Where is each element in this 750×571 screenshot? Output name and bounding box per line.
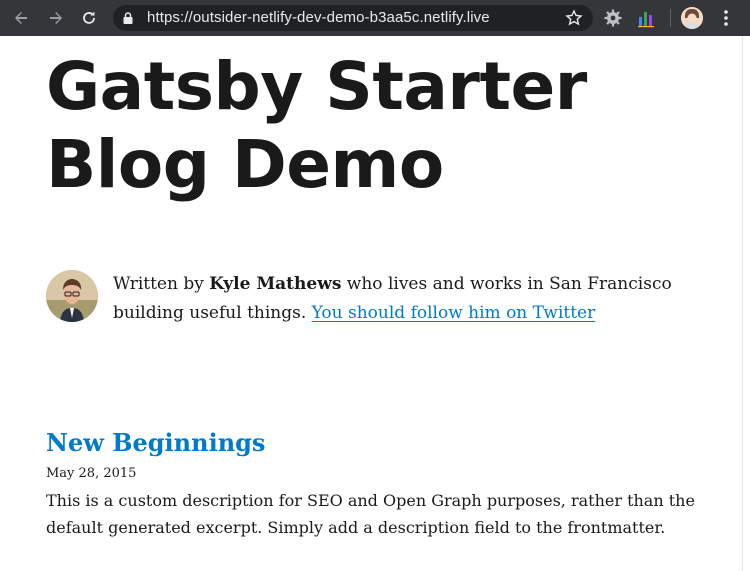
site-title-line-1: Gatsby Starter bbox=[46, 48, 587, 125]
author-name: Kyle Mathews bbox=[209, 274, 342, 294]
author-avatar bbox=[46, 270, 98, 322]
url-text: https://outsider-netlify-dev-demo-b3aa5c… bbox=[147, 9, 490, 26]
reload-icon[interactable] bbox=[78, 7, 100, 29]
post-description: This is a custom description for SEO and… bbox=[46, 491, 695, 537]
twitter-link[interactable]: You should follow him on Twitter bbox=[312, 303, 596, 323]
gear-extension-icon[interactable] bbox=[603, 8, 623, 28]
browser-toolbar: https://outsider-netlify-dev-demo-b3aa5c… bbox=[0, 0, 750, 36]
profile-avatar[interactable] bbox=[681, 7, 703, 29]
forward-icon[interactable] bbox=[45, 7, 67, 29]
site-title-line-2: Blog Demo bbox=[46, 126, 444, 203]
lock-icon bbox=[123, 12, 133, 24]
scrollbar[interactable] bbox=[742, 36, 750, 571]
menu-icon[interactable] bbox=[716, 8, 736, 28]
post-date: May 28, 2015 bbox=[46, 466, 137, 481]
site-title[interactable]: Gatsby Starter Blog Demo bbox=[46, 48, 666, 204]
post-title-link[interactable]: New Beginnings bbox=[46, 426, 726, 460]
chart-extension-icon[interactable] bbox=[636, 8, 656, 28]
bio-text: Written by Kyle Mathews who lives and wo… bbox=[113, 270, 733, 328]
address-bar[interactable]: https://outsider-netlify-dev-demo-b3aa5c… bbox=[113, 5, 593, 31]
post-item: New Beginnings May 28, 2015 This is a cu… bbox=[46, 426, 726, 541]
bio-prefix: Written by bbox=[113, 274, 210, 294]
toolbar-divider bbox=[670, 9, 671, 27]
back-icon[interactable] bbox=[10, 7, 32, 29]
star-icon[interactable] bbox=[565, 9, 583, 27]
